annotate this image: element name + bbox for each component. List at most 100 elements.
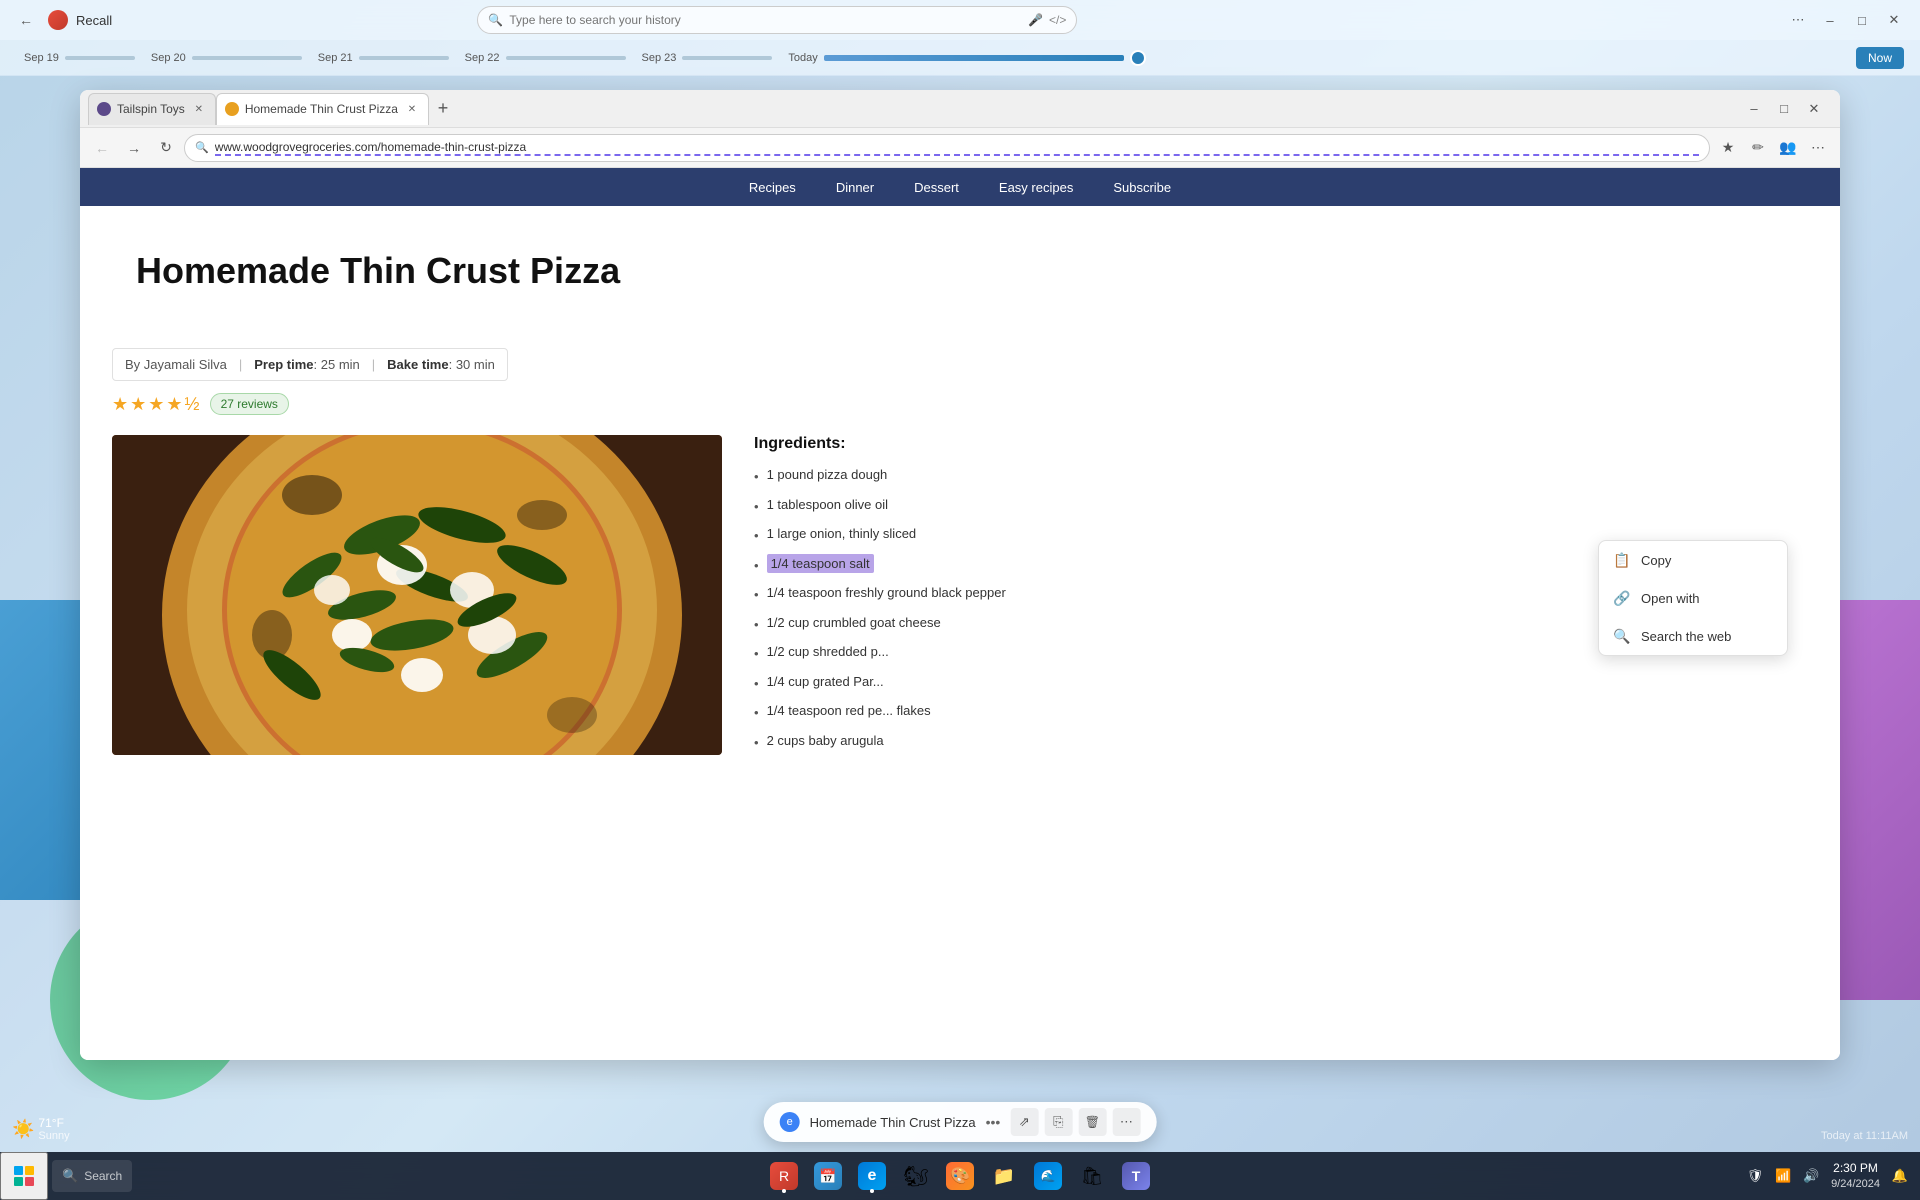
context-menu: 📋 Copy 🔗 Open with 🔍 Search the web xyxy=(1598,540,1788,656)
highlighted-ingredient: 1/4 teaspoon salt xyxy=(767,554,874,573)
new-tab-button[interactable]: + xyxy=(429,95,457,123)
taskbar-app-recall[interactable]: R xyxy=(764,1156,804,1196)
browser-refresh-button[interactable]: ↻ xyxy=(152,134,180,162)
timeline-sep21[interactable]: Sep 21 xyxy=(310,40,457,75)
pill-more-button[interactable]: ⋯ xyxy=(1112,1108,1140,1136)
screenshot-timestamp: Today at 11:11AM xyxy=(1821,1130,1908,1142)
tray-network-icon[interactable]: 📶 xyxy=(1771,1164,1795,1188)
address-url: www.woodgrovegroceries.com/homemade-thin… xyxy=(215,140,1699,156)
ingredient-text-8: 1/4 cup grated Par... xyxy=(767,672,1808,692)
tray-volume-icon[interactable]: 🔊 xyxy=(1799,1164,1823,1188)
timeline-marker xyxy=(1130,50,1146,66)
app-indicator-edge xyxy=(870,1189,874,1193)
pill-title: Homemade Thin Crust Pizza xyxy=(810,1115,976,1130)
ingredients-title: Ingredients: xyxy=(754,435,1808,453)
timeline-sep20-label: Sep 20 xyxy=(151,52,186,64)
recipe-prep-label: Prep time: 25 min xyxy=(254,357,360,372)
browser-forward-button[interactable]: → xyxy=(120,134,148,162)
taskbar-app-file-explorer[interactable]: 📁 xyxy=(984,1156,1024,1196)
ingredient-text-1: 1 pound pizza dough xyxy=(767,465,1808,485)
ingredient-9: • 1/4 teaspoon red pe... flakes xyxy=(754,701,1808,723)
timeline-sep22[interactable]: Sep 22 xyxy=(457,40,634,75)
timeline-sep20-line xyxy=(192,56,302,60)
timeline-sep23[interactable]: Sep 23 xyxy=(634,40,781,75)
timeline-sep21-line xyxy=(359,56,449,60)
ingredient-text-2: 1 tablespoon olive oil xyxy=(767,495,1808,515)
timeline-sep20[interactable]: Sep 20 xyxy=(143,40,310,75)
browser-tab-pizza[interactable]: Homemade Thin Crust Pizza ✕ xyxy=(216,93,429,125)
recipe-author: By Jayamali Silva xyxy=(125,357,227,372)
taskbar-app-calendar[interactable]: 📅 xyxy=(808,1156,848,1196)
nav-easy-recipes[interactable]: Easy recipes xyxy=(979,168,1093,206)
taskbar-search-icon: 🔍 xyxy=(62,1168,78,1184)
taskbar-app-edge2[interactable]: 🌊 xyxy=(1028,1156,1068,1196)
taskbar-app-teams[interactable]: T xyxy=(1116,1156,1156,1196)
browser-content: Homemade Thin Crust Pizza By Jayamali Si… xyxy=(80,206,1840,1060)
ingredient-2: • 1 tablespoon olive oil xyxy=(754,495,1808,517)
taskbar-app-edge[interactable]: e xyxy=(852,1156,892,1196)
taskbar-apps: R 📅 e 🐿 🎨 📁 🌊 🛍 T xyxy=(764,1156,1156,1196)
timeline-sep23-label: Sep 23 xyxy=(642,52,677,64)
pill-dots-button[interactable]: ••• xyxy=(986,1114,1001,1130)
minimize-button[interactable]: – xyxy=(1816,6,1844,34)
context-menu-search-web[interactable]: 🔍 Search the web xyxy=(1599,617,1787,655)
maximize-button[interactable]: □ xyxy=(1848,6,1876,34)
pill-browser-icon: e xyxy=(780,1112,800,1132)
timeline-sep22-line xyxy=(506,56,626,60)
microphone-icon[interactable]: 🎤 xyxy=(1028,13,1043,27)
timeline-sep19-label: Sep 19 xyxy=(24,52,59,64)
context-menu-copy[interactable]: 📋 Copy xyxy=(1599,541,1787,579)
browser-back-button[interactable]: ← xyxy=(88,134,116,162)
taskbar-search-text: Search xyxy=(84,1169,122,1183)
taskbar-app-colors[interactable]: 🎨 xyxy=(940,1156,980,1196)
recipe-title: Homemade Thin Crust Pizza xyxy=(136,250,886,292)
nav-dinner[interactable]: Dinner xyxy=(816,168,894,206)
timeline-sep19[interactable]: Sep 19 xyxy=(16,40,143,75)
browser-more-button[interactable]: ⋯ xyxy=(1804,134,1832,162)
profiles-button[interactable]: 👥 xyxy=(1774,134,1802,162)
context-menu-open-with[interactable]: 🔗 Open with xyxy=(1599,579,1787,617)
ingredient-text-9: 1/4 teaspoon red pe... flakes xyxy=(767,701,1808,721)
nav-subscribe[interactable]: Subscribe xyxy=(1093,168,1191,206)
timeline-today-line xyxy=(824,55,1124,61)
favorites-button[interactable]: ★ xyxy=(1714,134,1742,162)
browser-maximize-button[interactable]: □ xyxy=(1770,95,1798,123)
meta-separator-2: | xyxy=(372,357,375,372)
close-button[interactable]: ✕ xyxy=(1880,6,1908,34)
browser-tab-tailspin[interactable]: Tailspin Toys ✕ xyxy=(88,93,216,125)
ingredients-section: Ingredients: • 1 pound pizza dough • 1 t… xyxy=(754,435,1808,760)
taskbar-clock[interactable]: 2:30 PM 9/24/2024 xyxy=(1827,1159,1884,1193)
tray-security-icon[interactable]: 🛡 xyxy=(1743,1164,1767,1188)
address-field[interactable]: 🔍 www.woodgrovegroceries.com/homemade-th… xyxy=(184,134,1710,162)
tab-close-pizza[interactable]: ✕ xyxy=(404,101,420,117)
nav-recipes[interactable]: Recipes xyxy=(729,168,816,206)
start-button[interactable] xyxy=(0,1152,48,1200)
taskbar-app-files[interactable]: 🐿 xyxy=(896,1156,936,1196)
stars: ★★★★½ xyxy=(112,394,202,415)
now-button[interactable]: Now xyxy=(1856,47,1904,69)
browser-minimize-button[interactable]: – xyxy=(1740,95,1768,123)
ingredient-8: • 1/4 cup grated Par... xyxy=(754,672,1808,694)
taskbar-app-store[interactable]: 🛍 xyxy=(1072,1156,1112,1196)
taskbar-search[interactable]: 🔍 Search xyxy=(52,1160,132,1192)
pill-delete-button[interactable]: 🗑 xyxy=(1078,1108,1106,1136)
nav-dessert[interactable]: Dessert xyxy=(894,168,979,206)
pill-copy-button[interactable]: ⎘ xyxy=(1044,1108,1072,1136)
tray-notifications-icon[interactable]: 🔔 xyxy=(1888,1164,1912,1188)
back-button[interactable]: ← xyxy=(12,6,40,34)
star-rating: ★★★★½ 27 reviews xyxy=(112,393,1808,415)
context-menu-copy-label: Copy xyxy=(1641,553,1671,568)
content-layout: Ingredients: • 1 pound pizza dough • 1 t… xyxy=(112,435,1808,760)
clock-date: 9/24/2024 xyxy=(1831,1177,1880,1191)
more-options-button[interactable]: ⋯ xyxy=(1784,6,1812,34)
pill-expand-button[interactable]: ⇗ xyxy=(1010,1108,1038,1136)
recall-search-input[interactable] xyxy=(509,13,1022,27)
context-menu-open-with-label: Open with xyxy=(1641,591,1700,606)
timeline-today[interactable]: Today xyxy=(780,40,1153,75)
collections-button[interactable]: ✏ xyxy=(1744,134,1772,162)
code-icon[interactable]: </> xyxy=(1049,13,1066,27)
browser-close-button[interactable]: ✕ xyxy=(1800,95,1828,123)
weather-widget: ☀️ 71°F Sunny xyxy=(12,1116,70,1142)
tab-close-tailspin[interactable]: ✕ xyxy=(191,101,207,117)
timeline-today-label: Today xyxy=(788,52,817,64)
